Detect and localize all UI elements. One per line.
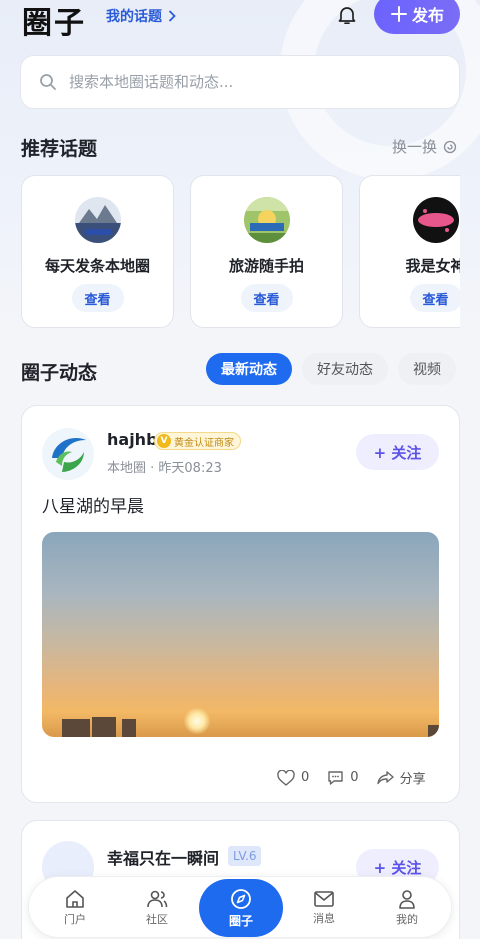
mail-icon	[314, 891, 334, 907]
compass-icon	[231, 888, 251, 909]
like-button[interactable]: 0	[277, 769, 310, 786]
post-actions: 0 0 分享	[277, 768, 426, 787]
share-label: 分享	[399, 772, 426, 787]
view-topic-button[interactable]: 查看	[409, 284, 460, 312]
recommended-topics-title: 推荐话题	[21, 138, 98, 160]
topic-card[interactable]: 我是女神 查看	[359, 175, 460, 328]
search-icon	[40, 74, 56, 90]
share-button[interactable]: 分享	[376, 768, 426, 787]
tab-latest[interactable]: 最新动态	[206, 353, 292, 385]
nav-item-community[interactable]: 社区	[125, 877, 189, 939]
share-icon	[376, 771, 394, 785]
view-topic-button[interactable]: 查看	[71, 284, 124, 312]
level-badge: LV.6	[228, 846, 262, 866]
topic-name: 每天发条本地圈	[44, 257, 150, 275]
like-count: 0	[301, 770, 310, 785]
search-input[interactable]	[69, 73, 429, 91]
community-icon	[147, 890, 168, 908]
bottom-nav: 门户 社区 圈子 消息 我的	[28, 876, 452, 938]
my-topics-link[interactable]: 我的话题	[106, 6, 176, 26]
comment-count: 0	[350, 770, 359, 785]
feed-title: 圈子动态	[21, 362, 98, 384]
plus-icon	[390, 6, 407, 22]
avatar[interactable]	[42, 428, 94, 480]
nav-label: 门户	[64, 913, 86, 926]
topic-avatar	[243, 197, 290, 243]
post-username[interactable]: hajhb	[107, 430, 158, 449]
refresh-button[interactable]: 换一换	[392, 136, 457, 157]
nav-label: 社区	[146, 913, 168, 926]
nav-label: 我的	[396, 913, 418, 926]
nav-label: 消息	[313, 912, 335, 925]
nav-label: 圈子	[228, 913, 253, 928]
my-topics-label: 我的话题	[106, 9, 162, 25]
notification-bell-icon[interactable]	[336, 4, 358, 26]
refresh-icon	[443, 140, 457, 153]
page-title: 圈子	[22, 6, 86, 41]
view-topic-button[interactable]: 查看	[240, 284, 293, 312]
topic-avatar	[412, 197, 459, 243]
post-meta: 本地圈 · 昨天08:23	[107, 461, 222, 476]
nav-item-home[interactable]: 门户	[43, 877, 107, 939]
topic-name: 旅游随手拍	[228, 257, 304, 275]
post-image[interactable]	[42, 532, 439, 737]
comment-button[interactable]: 0	[327, 770, 359, 786]
badge-label: 黄金认证商家	[174, 437, 234, 449]
home-icon	[66, 890, 84, 908]
follow-button[interactable]: + 关注	[356, 434, 439, 470]
building	[92, 717, 116, 737]
merchant-badge: V 黄金认证商家	[154, 432, 241, 450]
topic-card[interactable]: 每天发条本地圈 查看	[21, 175, 174, 328]
topic-carousel[interactable]: 每天发条本地圈 查看 旅游随手拍 查看 我是女神 查看	[21, 175, 460, 329]
feed-tabs: 最新动态 好友动态 视频	[206, 353, 456, 385]
verified-icon: V	[157, 434, 171, 448]
chevron-right-icon	[168, 10, 176, 22]
building	[62, 719, 90, 737]
topic-name: 我是女神	[405, 257, 460, 275]
topic-avatar	[74, 197, 121, 243]
user-icon	[399, 890, 415, 909]
nav-item-circle[interactable]: 圈子	[199, 879, 283, 937]
post-text: 八星湖的早晨	[42, 497, 144, 517]
tab-video[interactable]: 视频	[398, 353, 456, 385]
sun	[184, 708, 210, 734]
post-card[interactable]: hajhb V 黄金认证商家 本地圈 · 昨天08:23 + 关注 八星湖的早晨…	[21, 405, 460, 803]
heart-icon	[277, 769, 295, 786]
nav-item-messages[interactable]: 消息	[292, 877, 356, 939]
nav-item-me[interactable]: 我的	[375, 877, 439, 939]
tab-friends[interactable]: 好友动态	[302, 353, 388, 385]
publish-button[interactable]: 发布	[374, 0, 460, 34]
comment-icon	[328, 770, 343, 785]
search-bar[interactable]	[20, 55, 460, 109]
publish-label: 发布	[411, 6, 444, 25]
post-username[interactable]: 幸福只在一瞬间	[107, 845, 219, 869]
topic-card[interactable]: 旅游随手拍 查看	[190, 175, 343, 328]
refresh-label: 换一换	[392, 138, 438, 156]
building	[428, 725, 439, 737]
building	[122, 719, 136, 737]
